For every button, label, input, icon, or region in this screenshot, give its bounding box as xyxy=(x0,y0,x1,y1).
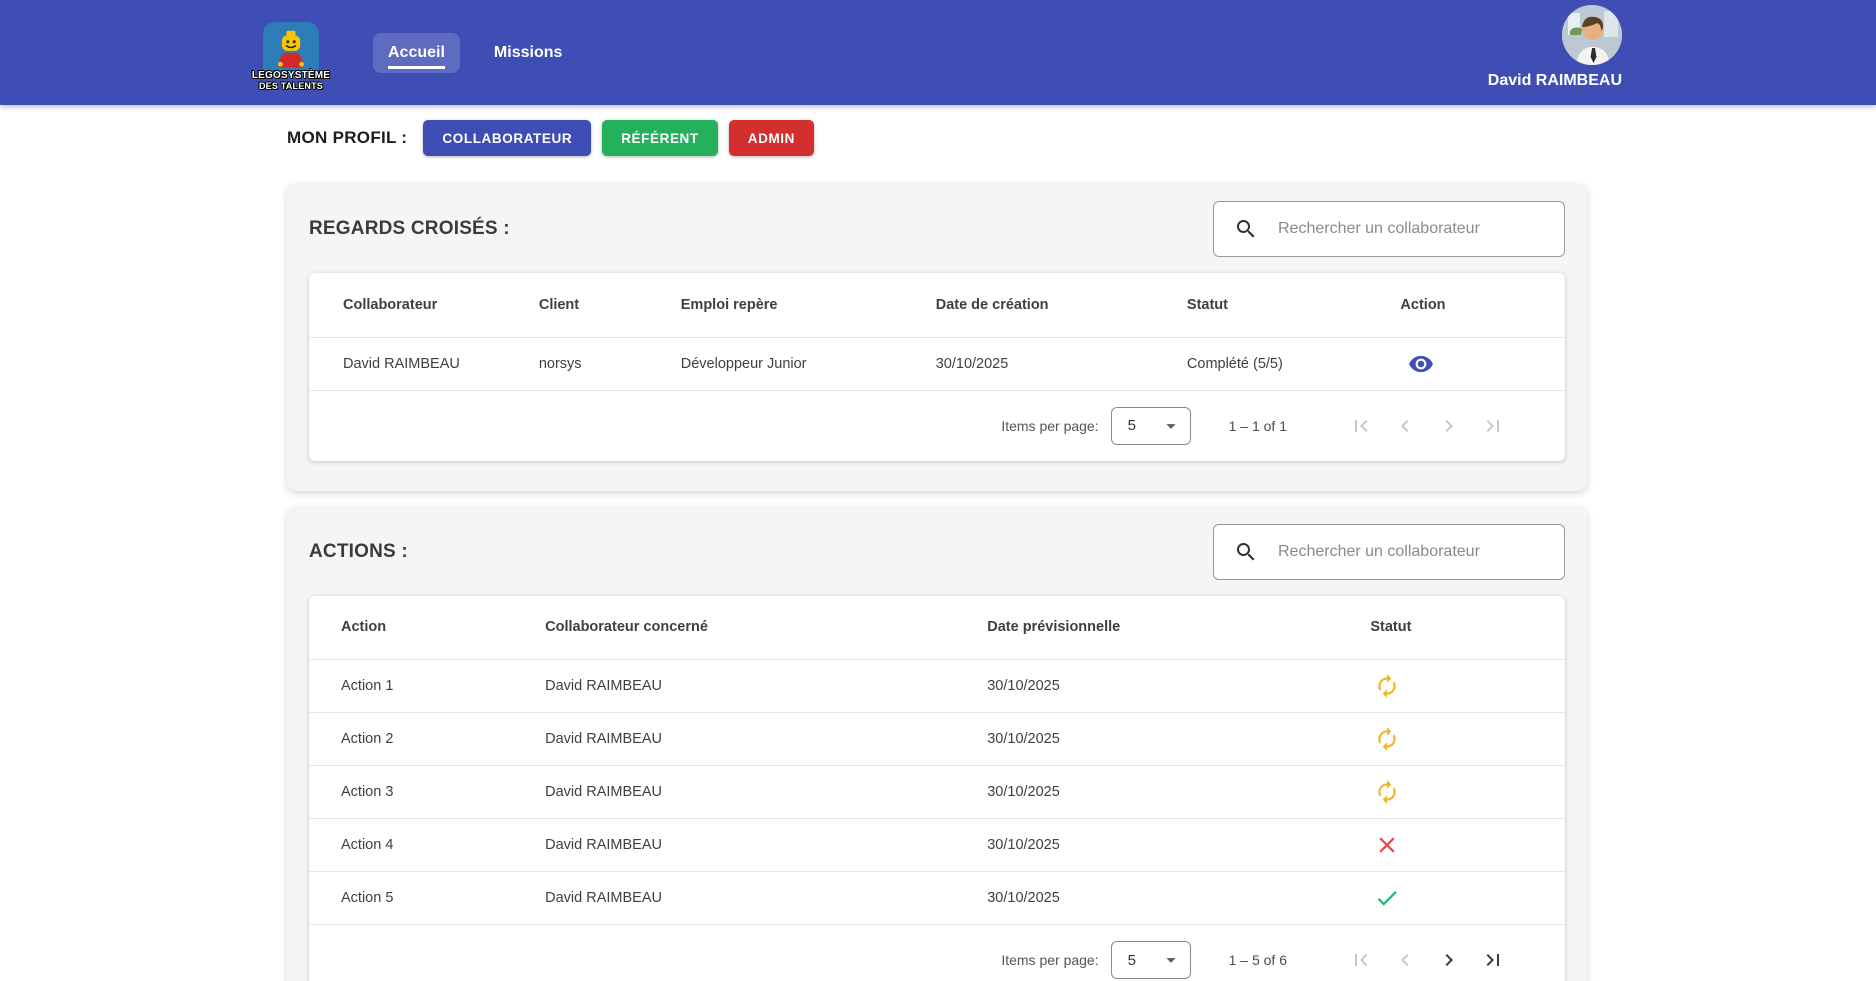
refresh-icon xyxy=(1374,779,1400,805)
actions-table: Action Collaborateur concerné Date prévi… xyxy=(309,596,1565,926)
check-icon xyxy=(1374,885,1400,911)
next-page-icon[interactable] xyxy=(1437,948,1461,972)
actions-paginator: Items per page: 5 1 – 5 of 6 xyxy=(309,925,1565,981)
nav-tab-accueil[interactable]: Accueil xyxy=(373,33,460,73)
items-per-page-label: Items per page: xyxy=(1001,418,1098,434)
table-row: Action 3 David RAIMBEAU 30/10/2025 xyxy=(309,766,1565,819)
cell-client: norsys xyxy=(539,337,681,390)
actions-card: ACTIONS : Action Collaborateur concerné … xyxy=(287,507,1587,981)
col-collaborateur-concerne: Collaborateur concerné xyxy=(545,596,987,660)
table-row: Action 4 David RAIMBEAU 30/10/2025 xyxy=(309,819,1565,872)
page-range-label: 1 – 5 of 6 xyxy=(1229,952,1287,968)
table-row: Action 5 David RAIMBEAU 30/10/2025 xyxy=(309,872,1565,925)
col-action: Action xyxy=(1400,273,1565,337)
app-logo[interactable]: LEGOSYSTÈME DES TALENTS xyxy=(261,18,321,88)
regards-title: REGARDS CROISÉS : xyxy=(309,218,510,240)
cell-statut: Complété (5/5) xyxy=(1187,337,1401,390)
cell-date-creation: 30/10/2025 xyxy=(936,337,1187,390)
refresh-icon xyxy=(1374,673,1400,699)
actions-table-card: Action Collaborateur concerné Date prévi… xyxy=(309,596,1565,981)
badge-collaborateur: COLLABORATEUR xyxy=(423,120,591,156)
previous-page-icon[interactable] xyxy=(1393,414,1417,438)
regards-header-row: Collaborateur Client Emploi repère Date … xyxy=(309,273,1565,337)
first-page-icon[interactable] xyxy=(1349,948,1373,972)
col-emploi-repere: Emploi repère xyxy=(681,273,936,337)
profile-label: MON PROFIL : xyxy=(287,128,407,148)
main-nav: Accueil Missions xyxy=(373,33,562,73)
page-size-select[interactable]: 5 xyxy=(1111,407,1191,445)
previous-page-icon[interactable] xyxy=(1393,948,1417,972)
last-page-icon[interactable] xyxy=(1481,414,1505,438)
col-statut: Statut xyxy=(1370,596,1565,660)
cell-emploi-repere: Développeur Junior xyxy=(681,337,936,390)
col-collaborateur: Collaborateur xyxy=(309,273,539,337)
actions-search-box xyxy=(1213,524,1565,580)
chevron-down-icon xyxy=(1160,949,1182,971)
regards-table-card: Collaborateur Client Emploi repère Date … xyxy=(309,273,1565,461)
col-date-previsionnelle: Date prévisionnelle xyxy=(987,596,1370,660)
badge-referent: RÉFÉRENT xyxy=(602,120,718,156)
user-menu[interactable]: David RAIMBEAU xyxy=(1488,5,1622,90)
nav-tab-missions[interactable]: Missions xyxy=(494,44,562,62)
col-statut: Statut xyxy=(1187,273,1401,337)
regards-search-input[interactable] xyxy=(1278,220,1550,238)
first-page-icon[interactable] xyxy=(1349,414,1373,438)
table-row: Action 1 David RAIMBEAU 30/10/2025 xyxy=(309,660,1565,713)
search-icon xyxy=(1234,217,1258,241)
actions-card-header: ACTIONS : xyxy=(309,524,1565,580)
eye-icon[interactable] xyxy=(1408,351,1434,377)
regards-search-box xyxy=(1213,201,1565,257)
regards-card-header: REGARDS CROISÉS : xyxy=(309,201,1565,257)
refresh-icon xyxy=(1374,726,1400,752)
actions-search-input[interactable] xyxy=(1278,543,1550,561)
top-navbar: LEGOSYSTÈME DES TALENTS Accueil Missions xyxy=(0,0,1876,105)
actions-header-row: Action Collaborateur concerné Date prévi… xyxy=(309,596,1565,660)
badge-admin: ADMIN xyxy=(729,120,814,156)
items-per-page-label: Items per page: xyxy=(1001,952,1098,968)
actions-title: ACTIONS : xyxy=(309,541,408,563)
search-icon xyxy=(1234,540,1258,564)
profile-row: MON PROFIL : COLLABORATEUR RÉFÉRENT ADMI… xyxy=(287,120,1876,156)
page-size-select[interactable]: 5 xyxy=(1111,941,1191,979)
col-date-creation: Date de création xyxy=(936,273,1187,337)
regards-croises-card: REGARDS CROISÉS : Collaborateur Client E… xyxy=(287,184,1587,491)
user-name: David RAIMBEAU xyxy=(1488,72,1622,90)
logo-caption: LEGOSYSTÈME DES TALENTS xyxy=(245,70,337,92)
close-icon xyxy=(1374,832,1400,858)
regards-paginator: Items per page: 5 1 – 1 of 1 xyxy=(309,391,1565,461)
regards-table: Collaborateur Client Emploi repère Date … xyxy=(309,273,1565,391)
next-page-icon[interactable] xyxy=(1437,414,1461,438)
col-action: Action xyxy=(309,596,545,660)
cell-collaborateur: David RAIMBEAU xyxy=(309,337,539,390)
table-row: David RAIMBEAU norsys Développeur Junior… xyxy=(309,337,1565,390)
page-range-label: 1 – 1 of 1 xyxy=(1229,418,1287,434)
col-client: Client xyxy=(539,273,681,337)
table-row: Action 2 David RAIMBEAU 30/10/2025 xyxy=(309,713,1565,766)
chevron-down-icon xyxy=(1160,415,1182,437)
avatar xyxy=(1562,5,1622,65)
last-page-icon[interactable] xyxy=(1481,948,1505,972)
